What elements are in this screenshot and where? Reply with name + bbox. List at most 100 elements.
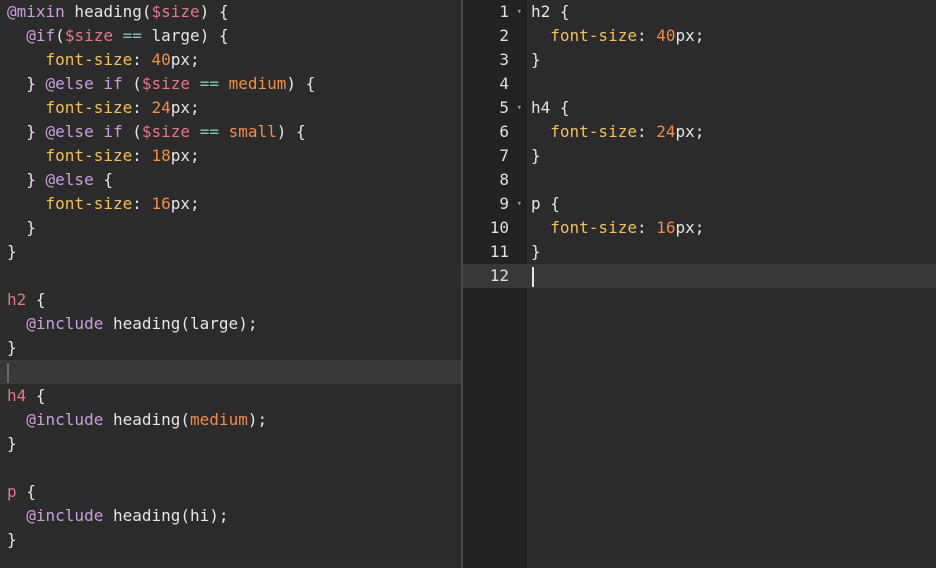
line-number: 7 [463,144,527,168]
line-number: 3 [463,48,527,72]
fold-chevron-icon[interactable]: ▾ [517,96,522,120]
code-token: } [531,146,541,165]
code-token: 16 [151,194,171,213]
code-line[interactable]: p { [0,480,461,504]
code-token: } [531,242,541,261]
code-line[interactable]: h2 { [0,288,461,312]
code-line[interactable]: h4 { [527,96,936,120]
code-line[interactable]: @if($size == large) { [0,24,461,48]
code-line[interactable] [0,360,461,384]
code-line[interactable]: } [527,240,936,264]
code-line[interactable]: } [0,216,461,240]
code-token: font-size [45,50,133,69]
code-line[interactable]: } [527,48,936,72]
code-line[interactable]: h2 { [527,0,936,24]
code-line[interactable] [527,264,936,288]
code-line[interactable]: } @else if ($size == medium) { [0,72,461,96]
code-token: h2 [7,290,27,309]
code-line[interactable]: @mixin heading($size) { [0,0,461,24]
code-token: 18 [151,146,171,165]
code-line[interactable] [527,72,936,96]
code-line[interactable]: @include heading(hi); [0,504,461,528]
code-token: px; [675,122,705,141]
scss-code-area[interactable]: @mixin heading($size) { @if($size == lar… [0,0,461,552]
code-line[interactable]: h4 { [0,384,461,408]
code-token: px; [675,26,705,45]
code-token: $size [151,2,200,21]
code-token: px; [170,50,200,69]
code-token: : [636,122,657,141]
code-token: 24 [656,122,676,141]
code-token: } [7,530,17,549]
fold-chevron-icon[interactable]: ▾ [517,0,522,24]
code-token: font-size [550,218,637,237]
code-token: @mixin [7,2,65,21]
code-token: ( [122,74,142,93]
code-line[interactable]: font-size: 24px; [527,120,936,144]
line-number: 6 [463,120,527,144]
code-line[interactable]: } [0,336,461,360]
code-line[interactable]: font-size: 40px; [527,24,936,48]
line-number-label: 3 [499,50,509,69]
scss-source-pane[interactable]: @mixin heading($size) { @if($size == lar… [0,0,461,568]
code-token: if [103,74,123,93]
code-line[interactable]: font-size: 40px; [0,48,461,72]
code-token: : [636,218,657,237]
fold-chevron-icon[interactable]: ▾ [517,192,522,216]
code-token: { [93,170,113,189]
code-token: h4 [7,386,27,405]
line-number-label: 9 [499,194,509,213]
code-token: { [26,290,46,309]
code-line[interactable]: } @else if ($size == small) { [0,120,461,144]
code-line[interactable]: font-size: 24px; [0,96,461,120]
code-token: == [122,26,142,45]
code-line[interactable] [0,264,461,288]
line-number-label: 5 [499,98,509,117]
code-token: heading( [64,2,152,21]
code-token: } [7,338,17,357]
line-number-label: 10 [489,218,509,237]
code-token: $size [64,26,113,45]
code-token: 24 [151,98,171,117]
code-line[interactable]: } @else { [0,168,461,192]
code-line[interactable]: } [0,528,461,552]
code-token: font-size [550,26,637,45]
code-line[interactable]: } [0,240,461,264]
code-token: @include [26,314,104,333]
line-number-label: 4 [499,74,509,93]
code-token: @if [26,26,56,45]
code-token: : [132,146,152,165]
line-number: 8 [463,168,527,192]
code-line[interactable]: } [0,432,461,456]
code-line[interactable]: font-size: 16px; [0,192,461,216]
code-token: @include [26,410,104,429]
code-line[interactable]: font-size: 18px; [0,144,461,168]
code-token: if [103,122,123,141]
code-token: == [199,74,219,93]
code-line[interactable] [0,456,461,480]
code-line[interactable]: } [527,144,936,168]
css-output-pane[interactable]: 1 ▾ 2 3 4 5 ▾ 6 7 8 9 ▾ 10 11 12 h2 { font-size: 40px;… [463,0,936,568]
code-line[interactable]: p { [527,192,936,216]
code-line[interactable] [527,168,936,192]
code-line[interactable]: @include heading(large); [0,312,461,336]
line-number-label: 8 [499,170,509,189]
code-token: } [7,170,46,189]
code-token: ) { [199,2,229,21]
code-line[interactable]: @include heading(medium); [0,408,461,432]
code-token: ); [247,410,268,429]
code-line[interactable]: font-size: 16px; [527,216,936,240]
css-code-area[interactable]: h2 { font-size: 40px;} h4 { font-size: 24… [527,0,936,568]
code-token: px; [170,98,200,117]
code-token: medium [190,410,248,429]
text-cursor [7,362,9,383]
